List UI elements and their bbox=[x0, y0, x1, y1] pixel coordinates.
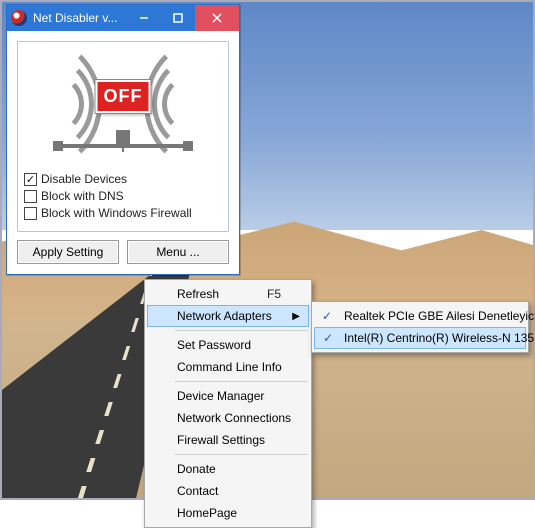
close-button[interactable] bbox=[195, 5, 239, 31]
off-badge: OFF bbox=[96, 80, 151, 113]
checkmark-icon: ✓ bbox=[322, 309, 332, 323]
app-window: Net Disabler v... OFF bbox=[6, 4, 240, 275]
checkbox-label: Block with DNS bbox=[41, 189, 124, 203]
check-icon bbox=[24, 207, 37, 220]
window-title: Net Disabler v... bbox=[33, 11, 117, 25]
menu-button[interactable]: Menu ... bbox=[127, 240, 229, 264]
menu-separator bbox=[175, 381, 308, 382]
adapters-submenu: ✓ Realtek PCIe GBE Ailesi Denetleyici ✓ … bbox=[311, 301, 529, 353]
menu-item-homepage[interactable]: HomePage bbox=[147, 502, 309, 524]
checkbox-label: Disable Devices bbox=[41, 172, 127, 186]
menu-item-contact[interactable]: Contact bbox=[147, 480, 309, 502]
menu-item-device-manager[interactable]: Device Manager bbox=[147, 385, 309, 407]
titlebar[interactable]: Net Disabler v... bbox=[7, 5, 239, 31]
checkmark-icon: ✓ bbox=[323, 331, 333, 345]
adapter-item-realtek[interactable]: ✓ Realtek PCIe GBE Ailesi Denetleyici bbox=[314, 305, 526, 327]
menu-item-network-connections[interactable]: Network Connections bbox=[147, 407, 309, 429]
menu-separator bbox=[175, 330, 308, 331]
checkbox-label: Block with Windows Firewall bbox=[41, 206, 192, 220]
menu-item-donate[interactable]: Donate bbox=[147, 458, 309, 480]
menu-item-set-password[interactable]: Set Password bbox=[147, 334, 309, 356]
context-menu: RefreshF5 Network Adapters▶ Set Password… bbox=[144, 279, 312, 528]
maximize-button[interactable] bbox=[161, 5, 195, 31]
menu-item-network-adapters[interactable]: Network Adapters▶ bbox=[147, 305, 309, 327]
chevron-right-icon: ▶ bbox=[292, 311, 300, 322]
adapter-item-intel[interactable]: ✓ Intel(R) Centrino(R) Wireless-N 135 bbox=[314, 327, 526, 349]
check-icon: ✓ bbox=[24, 173, 37, 186]
minimize-button[interactable] bbox=[127, 5, 161, 31]
apply-button[interactable]: Apply Setting bbox=[17, 240, 119, 264]
app-icon bbox=[11, 10, 27, 26]
checkbox-block-firewall[interactable]: Block with Windows Firewall bbox=[24, 206, 222, 220]
checkbox-block-dns[interactable]: Block with DNS bbox=[24, 189, 222, 203]
signal-off-graphic: OFF bbox=[24, 52, 222, 162]
menu-item-command-line-info[interactable]: Command Line Info bbox=[147, 356, 309, 378]
checkbox-disable-devices[interactable]: ✓ Disable Devices bbox=[24, 172, 222, 186]
menu-item-refresh[interactable]: RefreshF5 bbox=[147, 283, 309, 305]
check-icon bbox=[24, 190, 37, 203]
menu-separator bbox=[175, 454, 308, 455]
menu-item-firewall-settings[interactable]: Firewall Settings bbox=[147, 429, 309, 451]
main-panel: OFF ✓ Disable Devices Block with DNS Blo… bbox=[17, 41, 229, 232]
